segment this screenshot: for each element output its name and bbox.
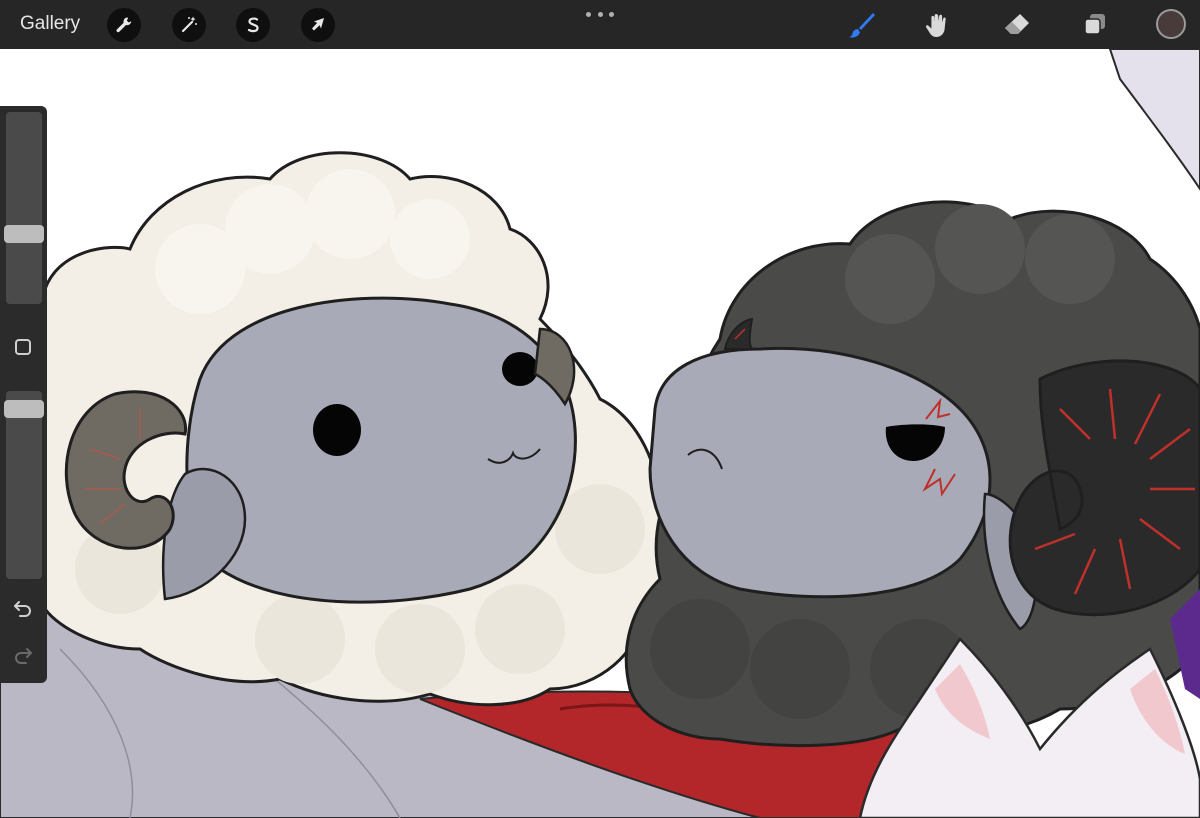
transform-button[interactable] xyxy=(301,8,335,42)
top-toolbar: Gallery xyxy=(0,0,1200,49)
arrow-cursor-icon xyxy=(312,18,324,31)
opacity-thumb[interactable] xyxy=(4,400,44,418)
magic-wand-icon xyxy=(181,16,197,33)
drawing-canvas[interactable] xyxy=(0,49,1200,818)
actions-button[interactable] xyxy=(107,8,141,42)
dot-icon xyxy=(597,11,603,17)
more-options-button[interactable] xyxy=(586,8,614,20)
selection-s-icon xyxy=(247,17,259,33)
eraser-icon xyxy=(1005,14,1029,34)
redo-arrow-icon xyxy=(15,648,32,664)
dot-icon xyxy=(609,11,614,17)
opacity-slider[interactable] xyxy=(4,391,44,579)
gallery-button[interactable]: Gallery xyxy=(20,13,80,35)
adjustments-button[interactable] xyxy=(172,8,206,42)
artwork xyxy=(0,49,1200,818)
left-sidebar xyxy=(0,106,47,683)
redo-button[interactable] xyxy=(10,641,36,667)
layers-icon xyxy=(1084,14,1105,35)
selection-button[interactable] xyxy=(236,8,270,42)
undo-arrow-icon xyxy=(14,601,31,617)
brush-tool-button[interactable] xyxy=(845,8,879,42)
brush-icon xyxy=(849,13,875,38)
dot-icon xyxy=(586,11,591,17)
color-picker-swatch[interactable] xyxy=(1156,9,1186,39)
layers-button[interactable] xyxy=(1078,8,1112,42)
eraser-tool-button[interactable] xyxy=(1000,8,1034,42)
square-icon xyxy=(15,339,31,355)
undo-button[interactable] xyxy=(10,594,36,620)
smudge-tool-button[interactable] xyxy=(921,8,955,42)
smudge-icon xyxy=(925,14,946,37)
modify-button[interactable] xyxy=(12,336,34,358)
brush-size-thumb[interactable] xyxy=(4,225,44,243)
wrench-icon xyxy=(116,17,132,33)
brush-size-slider[interactable] xyxy=(4,112,44,304)
